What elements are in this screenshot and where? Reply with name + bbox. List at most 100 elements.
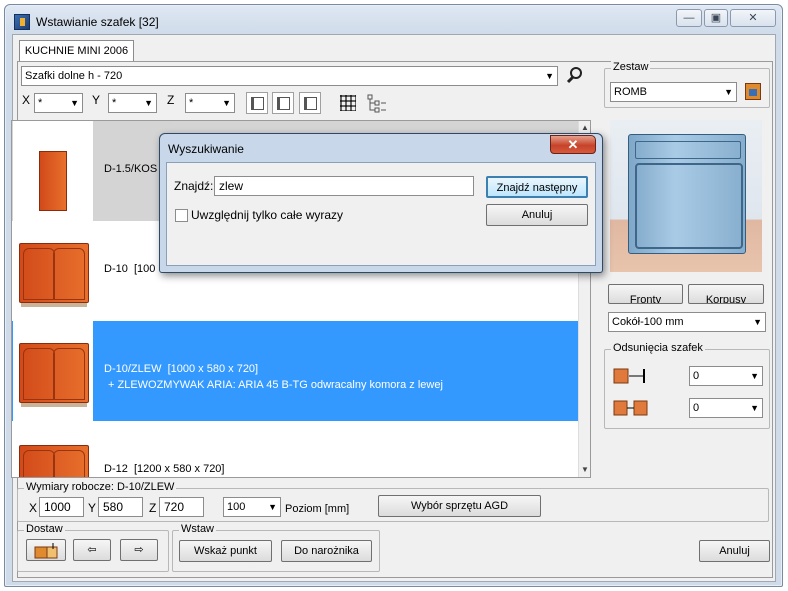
find-input[interactable]: zlew: [214, 176, 474, 196]
filter-y-select[interactable]: * ▼: [108, 93, 157, 113]
search-cancel-button[interactable]: Anuluj: [486, 204, 588, 226]
plinth-select[interactable]: Cokół-100 mm ▼: [608, 312, 766, 332]
scroll-down-icon[interactable]: ▼: [581, 465, 589, 474]
cabinet-thumbnail: [13, 421, 93, 477]
view-mode-2-button[interactable]: [272, 92, 294, 114]
arrow-right-icon: ⇨: [134, 544, 144, 556]
fronts-button[interactable]: Fronty: [608, 284, 683, 304]
dim-x-input[interactable]: 1000: [39, 497, 84, 517]
grid-view-button[interactable]: [337, 92, 359, 114]
item-extra: + ZLEWOZMYWAK ARIA: ARIA 45 B-TG odwraca…: [108, 379, 443, 391]
point-button[interactable]: Wskaż punkt: [179, 540, 272, 562]
dostaw-right-button[interactable]: ⇨: [120, 539, 158, 561]
title-bar: Wstawianie szafek [32] — ▣ ✕: [5, 5, 782, 37]
dostaw-cabinet-button[interactable]: [26, 539, 66, 561]
search-dialog-close-button[interactable]: ✕: [550, 135, 596, 154]
filter-y-label: Y: [92, 93, 101, 107]
dim-z-input[interactable]: 720: [159, 497, 204, 517]
view-mode-3-button[interactable]: [299, 92, 321, 114]
item-name: D-12: [104, 463, 128, 475]
chevron-down-icon: ▼: [724, 87, 733, 97]
filter-y-value: *: [112, 97, 117, 109]
search-button[interactable]: [566, 66, 584, 84]
chevron-down-icon: ▼: [753, 317, 762, 327]
arrow-left-icon: ⇦: [87, 544, 97, 556]
cancel-button[interactable]: Anuluj: [699, 540, 770, 562]
list-item-selected[interactable]: D-10/ZLEW [1000 x 580 x 720] + ZLEWOZMYW…: [12, 321, 578, 421]
minimize-button[interactable]: —: [676, 9, 702, 27]
filter-z-label: Z: [167, 93, 175, 107]
cabinet-icon: [749, 89, 757, 96]
cabinet-view-icon: [304, 97, 317, 110]
cabinet-preview: [610, 120, 762, 272]
list-item[interactable]: D-12 [1200 x 580 x 720]: [12, 421, 578, 477]
item-label: D-12 [1200 x 580 x 720]: [104, 463, 224, 475]
chevron-down-icon: ▼: [144, 98, 153, 108]
window-title: Wstawianie szafek [32]: [36, 15, 159, 29]
item-dims: [100: [133, 263, 156, 275]
dim-y-input[interactable]: 580: [98, 497, 143, 517]
dim-x-label: X: [29, 501, 38, 515]
dimensions-label: Wymiary robocze: D-10/ZLEW: [24, 481, 177, 493]
find-next-button[interactable]: Znajdź następny: [486, 176, 588, 198]
cabinet-thumbnail: [13, 321, 93, 421]
dim-z-label: Z: [149, 501, 157, 515]
offset-left-icon: [613, 367, 649, 385]
zestaw-settings-button[interactable]: [745, 83, 761, 100]
chevron-down-icon: ▼: [70, 98, 79, 108]
catalog-select-value: Szafki dolne h - 720: [25, 70, 123, 82]
wstaw-label: Wstaw: [179, 523, 216, 535]
dim-y-label: Y: [88, 501, 97, 515]
catalog-select[interactable]: Szafki dolne h - 720 ▼: [21, 66, 558, 86]
tab-kuchnie-mini[interactable]: KUCHNIE MINI 2006: [19, 40, 134, 62]
offset-left-select[interactable]: 0 ▼: [689, 366, 763, 386]
corner-button[interactable]: Do narożnika: [281, 540, 372, 562]
plinth-value: Cokół-100 mm: [612, 316, 684, 328]
item-name: D-10/ZLEW: [104, 363, 162, 375]
offsets-label: Odsunięcia szafek: [611, 342, 705, 354]
cabinet-thumbnail: [13, 121, 93, 221]
app-icon: [14, 14, 30, 30]
agd-button[interactable]: Wybór sprzętu AGD: [378, 495, 541, 517]
offset-right-value: 0: [693, 402, 700, 414]
chevron-down-icon: ▼: [222, 98, 231, 108]
zestaw-label: Zestaw: [611, 61, 651, 73]
search-dialog-body: Znajdź: zlew Znajdź następny Uwzględnij …: [166, 162, 596, 266]
item-label: D-10 [100: [104, 263, 155, 275]
cabinet-view-icon: [251, 97, 264, 110]
filter-z-select[interactable]: * ▼: [185, 93, 235, 113]
filter-x-value: *: [38, 97, 43, 109]
item-name: D-1.5/KOS: [104, 163, 158, 175]
cabinet-thumbnail: [13, 221, 93, 321]
view-mode-1-button[interactable]: [246, 92, 268, 114]
maximize-button[interactable]: ▣: [704, 9, 728, 27]
bodies-button[interactable]: Korpusy: [688, 284, 764, 304]
search-icon: [566, 67, 582, 84]
tree-view-button[interactable]: [366, 92, 388, 114]
chevron-down-icon: ▼: [545, 71, 554, 81]
maximize-icon: ▣: [710, 12, 722, 24]
item-name: D-10: [104, 263, 128, 275]
find-label: Znajdź:: [174, 179, 214, 193]
search-dialog-title: Wyszukiwanie: [168, 142, 244, 156]
cabinet-view-icon: [277, 97, 290, 110]
level-select[interactable]: 100 ▼: [223, 497, 281, 517]
level-value: 100: [227, 501, 246, 513]
zestaw-select[interactable]: ROMB ▼: [610, 82, 737, 102]
chevron-down-icon: ▼: [750, 403, 759, 413]
dostaw-left-button[interactable]: ⇦: [73, 539, 111, 561]
offset-left-value: 0: [693, 370, 700, 382]
whole-words-checkbox[interactable]: [175, 209, 188, 222]
zestaw-value: ROMB: [614, 86, 647, 98]
dostaw-label: Dostaw: [24, 523, 65, 535]
scroll-up-icon[interactable]: ▲: [581, 123, 589, 132]
chevron-down-icon: ▼: [268, 502, 277, 512]
item-dims: [1200 x 580 x 720]: [133, 463, 225, 475]
minimize-icon: —: [683, 12, 695, 24]
whole-words-label: Uwzględnij tylko całe wyrazy: [191, 208, 344, 222]
chevron-down-icon: ▼: [750, 371, 759, 381]
close-button[interactable]: ✕: [730, 9, 776, 27]
offset-right-icon: [613, 399, 649, 417]
filter-x-select[interactable]: * ▼: [34, 93, 83, 113]
offset-right-select[interactable]: 0 ▼: [689, 398, 763, 418]
